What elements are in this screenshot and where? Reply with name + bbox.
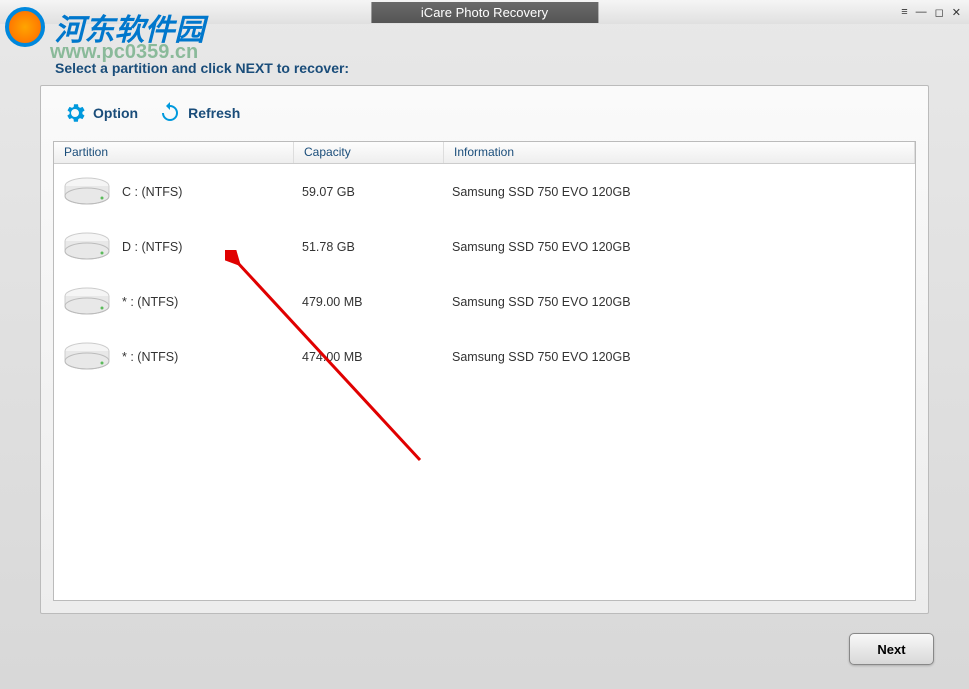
information-value: Samsung SSD 750 EVO 120GB bbox=[442, 295, 915, 309]
refresh-button[interactable]: Refresh bbox=[158, 101, 240, 125]
header-capacity[interactable]: Capacity bbox=[294, 142, 444, 163]
drive-icon bbox=[62, 284, 112, 319]
capacity-value: 474.00 MB bbox=[292, 350, 442, 364]
table-row[interactable]: * : (NTFS)479.00 MBSamsung SSD 750 EVO 1… bbox=[54, 274, 915, 329]
refresh-label: Refresh bbox=[188, 105, 240, 121]
titlebar: iCare Photo Recovery ≡ — ◻ ✕ bbox=[0, 0, 969, 24]
gear-icon bbox=[63, 101, 87, 125]
window-controls: ≡ — ◻ ✕ bbox=[901, 6, 961, 19]
close-icon[interactable]: ✕ bbox=[952, 6, 961, 19]
table-header: Partition Capacity Information bbox=[54, 142, 915, 164]
information-value: Samsung SSD 750 EVO 120GB bbox=[442, 350, 915, 364]
maximize-icon[interactable]: ◻ bbox=[935, 6, 944, 19]
information-value: Samsung SSD 750 EVO 120GB bbox=[442, 185, 915, 199]
instruction-text: Select a partition and click NEXT to rec… bbox=[55, 60, 349, 76]
refresh-icon bbox=[158, 101, 182, 125]
table-row[interactable]: * : (NTFS)474.00 MBSamsung SSD 750 EVO 1… bbox=[54, 329, 915, 384]
capacity-value: 51.78 GB bbox=[292, 240, 442, 254]
minimize-icon[interactable]: — bbox=[916, 6, 927, 19]
drive-icon bbox=[62, 229, 112, 264]
header-information[interactable]: Information bbox=[444, 142, 915, 163]
information-value: Samsung SSD 750 EVO 120GB bbox=[442, 240, 915, 254]
table-row[interactable]: D : (NTFS)51.78 GBSamsung SSD 750 EVO 12… bbox=[54, 219, 915, 274]
option-button[interactable]: Option bbox=[63, 101, 138, 125]
window-title: iCare Photo Recovery bbox=[371, 2, 598, 23]
capacity-value: 479.00 MB bbox=[292, 295, 442, 309]
next-button[interactable]: Next bbox=[849, 633, 934, 665]
capacity-value: 59.07 GB bbox=[292, 185, 442, 199]
partition-label: C : (NTFS) bbox=[122, 185, 292, 199]
partition-label: * : (NTFS) bbox=[122, 350, 292, 364]
option-label: Option bbox=[93, 105, 138, 121]
menu-icon[interactable]: ≡ bbox=[901, 6, 907, 19]
table-row[interactable]: C : (NTFS)59.07 GBSamsung SSD 750 EVO 12… bbox=[54, 164, 915, 219]
partition-label: * : (NTFS) bbox=[122, 295, 292, 309]
partition-label: D : (NTFS) bbox=[122, 240, 292, 254]
table-body: C : (NTFS)59.07 GBSamsung SSD 750 EVO 12… bbox=[54, 164, 915, 384]
drive-icon bbox=[62, 174, 112, 209]
drive-icon bbox=[62, 339, 112, 374]
main-panel: Option Refresh Partition Capacity Inform… bbox=[40, 85, 929, 614]
toolbar: Option Refresh bbox=[41, 86, 928, 135]
table-panel: Partition Capacity Information C : (NTFS… bbox=[53, 141, 916, 601]
header-partition[interactable]: Partition bbox=[54, 142, 294, 163]
